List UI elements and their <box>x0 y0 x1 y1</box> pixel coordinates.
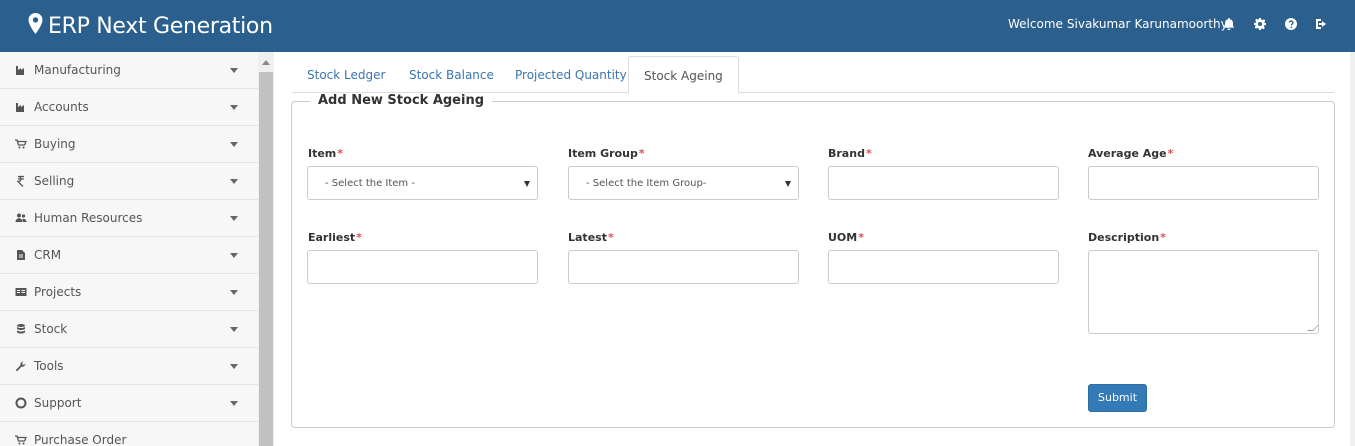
sidebar-item-label: Tools <box>34 359 64 373</box>
stock-ageing-form: Add New Stock Ageing Item* Item Group* B… <box>291 93 1335 428</box>
earliest-label: Earliest* <box>308 231 362 244</box>
sidebar-item-crm[interactable]: CRM <box>0 237 258 274</box>
sidebar-item-label: Accounts <box>34 100 89 114</box>
tab-projected-quantity[interactable]: Projected Quantity <box>500 56 642 93</box>
sidebar-item-buying[interactable]: Buying <box>0 126 258 163</box>
caret-down-icon <box>230 401 238 406</box>
sidebar-item-label: Purchase Order <box>34 433 127 446</box>
caret-down-icon <box>230 105 238 110</box>
scrollbar-thumb[interactable] <box>259 72 273 446</box>
rupee-icon <box>15 175 27 187</box>
main-content: Stock Ledger Stock Balance Projected Qua… <box>274 52 1355 446</box>
submit-button[interactable]: Submit <box>1088 384 1147 412</box>
sidebar: Manufacturing Accounts Buying Selling Hu… <box>0 52 258 446</box>
item-select-value: - Select the Item - <box>325 178 415 189</box>
sidebar-item-label: Manufacturing <box>34 63 121 77</box>
sidebar-item-purchase-order[interactable]: Purchase Order <box>0 422 258 446</box>
description-textarea[interactable] <box>1088 250 1319 334</box>
user-first-name: Sivakumar <box>1066 17 1131 31</box>
tab-bar: Stock Ledger Stock Balance Projected Qua… <box>292 56 1334 94</box>
average-age-label: Average Age* <box>1088 147 1174 160</box>
projects-icon <box>15 286 27 298</box>
tab-stock-ageing[interactable]: Stock Ageing <box>628 56 739 94</box>
resize-grip-icon[interactable] <box>1307 325 1319 331</box>
map-marker-icon <box>28 13 48 39</box>
factory-icon <box>15 64 27 76</box>
sidebar-item-human-resources[interactable]: Human Resources <box>0 200 258 237</box>
help-icon[interactable] <box>1284 17 1298 31</box>
sidebar-item-label: Buying <box>34 137 76 151</box>
dropdown-arrow-icon <box>785 181 791 187</box>
scroll-up-arrow-icon[interactable] <box>262 60 270 65</box>
welcome-prefix: Welcome <box>1008 17 1063 31</box>
sidebar-item-accounts[interactable]: Accounts <box>0 89 258 126</box>
sidebar-item-manufacturing[interactable]: Manufacturing <box>0 52 258 89</box>
earliest-input[interactable] <box>307 250 538 284</box>
sidebar-item-label: Stock <box>34 322 68 336</box>
caret-down-icon <box>230 364 238 369</box>
user-last-name: Karunamoorthy. <box>1134 17 1230 31</box>
sidebar-item-label: Human Resources <box>34 211 143 225</box>
sidebar-item-label: Support <box>34 396 82 410</box>
cart-icon <box>15 434 27 446</box>
caret-down-icon <box>230 216 238 221</box>
top-navbar: ERP Next Generation Welcome Sivakumar Karu… <box>0 0 1355 52</box>
tab-stock-balance[interactable]: Stock Balance <box>394 56 509 93</box>
sidebar-item-stock[interactable]: Stock <box>0 311 258 348</box>
item-group-label: Item Group* <box>568 147 645 160</box>
sidebar-item-label: Selling <box>34 174 75 188</box>
page-scrollbar[interactable] <box>1350 52 1355 446</box>
sidebar-item-support[interactable]: Support <box>0 385 258 422</box>
database-icon <box>15 323 27 335</box>
brand-label: Brand* <box>828 147 872 160</box>
cart-icon <box>15 138 27 150</box>
caret-down-icon <box>230 68 238 73</box>
tab-stock-ledger[interactable]: Stock Ledger <box>292 56 400 93</box>
item-label: Item* <box>308 147 344 160</box>
caret-down-icon <box>230 142 238 147</box>
brand-input[interactable] <box>828 166 1059 200</box>
file-icon <box>15 249 27 261</box>
average-age-input[interactable] <box>1088 166 1319 200</box>
caret-down-icon <box>230 327 238 332</box>
brand[interactable]: ERP Next Generation <box>28 11 273 41</box>
caret-down-icon <box>230 290 238 295</box>
sidebar-item-tools[interactable]: Tools <box>0 348 258 385</box>
sign-out-icon[interactable] <box>1314 17 1328 31</box>
factory-icon <box>15 101 27 113</box>
welcome-text: Welcome Sivakumar Karunamoorthy. <box>1008 17 1234 31</box>
wrench-icon <box>15 360 27 372</box>
uom-input[interactable] <box>828 250 1059 284</box>
sidebar-scrollbar[interactable] <box>258 52 274 446</box>
sidebar-item-selling[interactable]: Selling <box>0 163 258 200</box>
description-label: Description* <box>1088 231 1166 244</box>
item-group-select[interactable]: - Select the Item Group- <box>568 166 799 200</box>
uom-label: UOM* <box>828 231 864 244</box>
form-legend: Add New Stock Ageing <box>310 93 493 108</box>
gear-icon[interactable] <box>1253 17 1267 31</box>
item-group-select-value: - Select the Item Group- <box>586 178 707 189</box>
app-title: ERP Next Generation <box>48 13 273 39</box>
sidebar-item-label: CRM <box>34 248 62 262</box>
bell-icon[interactable] <box>1222 17 1236 31</box>
item-select[interactable]: - Select the Item - <box>307 166 538 200</box>
dropdown-arrow-icon <box>524 181 530 187</box>
caret-down-icon <box>230 253 238 258</box>
latest-label: Latest* <box>568 231 614 244</box>
sidebar-item-label: Projects <box>34 285 82 299</box>
sidebar-item-projects[interactable]: Projects <box>0 274 258 311</box>
users-icon <box>15 212 27 224</box>
caret-down-icon <box>230 179 238 184</box>
latest-input[interactable] <box>568 250 799 284</box>
lifebuoy-icon <box>15 397 27 409</box>
